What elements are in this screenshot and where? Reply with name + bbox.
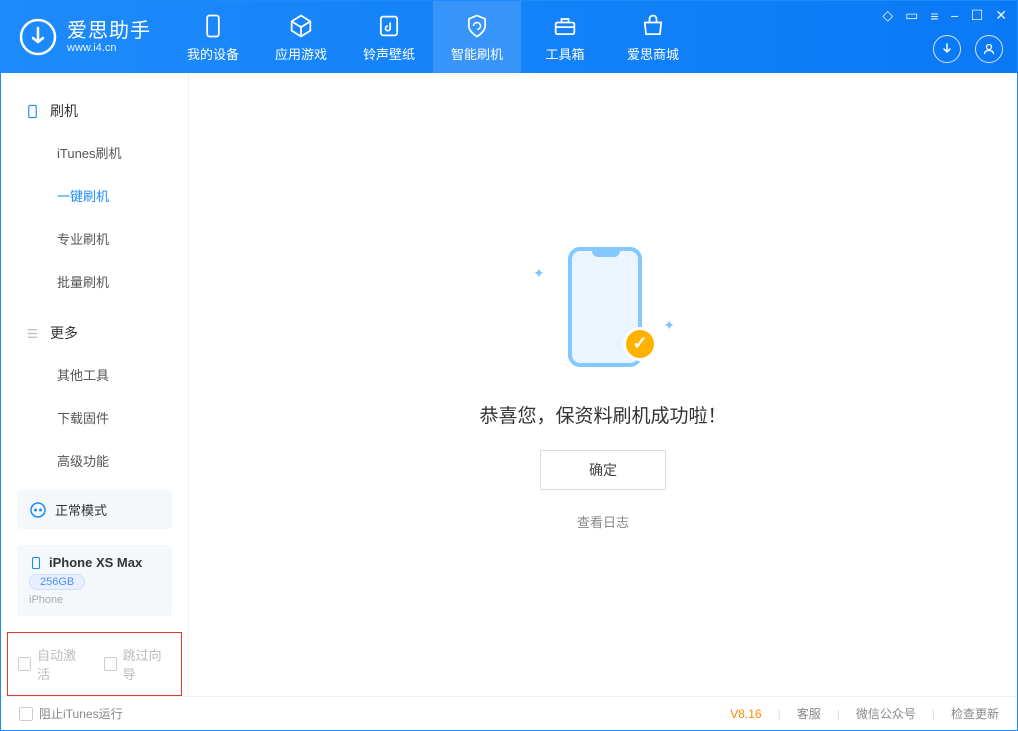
title-bar: 爱思助手 www.i4.cn 我的设备 应用游戏 铃声壁纸 智能刷机 工具箱 爱…: [1, 1, 1017, 73]
sparkle-icon: ✦: [533, 265, 545, 282]
feedback-icon[interactable]: ◇: [882, 7, 893, 24]
auto-activate-checkbox[interactable]: 自动激活: [18, 645, 86, 683]
device-name-label: iPhone XS Max: [49, 555, 142, 570]
sidebar-item-itunes-flash[interactable]: iTunes刷机: [1, 131, 188, 174]
shop-icon: [639, 12, 667, 40]
support-link[interactable]: 客服: [797, 705, 821, 722]
download-manager-button[interactable]: [933, 35, 961, 63]
sidebar-item-firmware[interactable]: 下载固件: [1, 396, 188, 439]
checkbox-icon: [18, 657, 31, 671]
sparkle-icon: ✦: [663, 317, 675, 334]
success-illustration: ✦ ✓ ✦: [513, 239, 693, 379]
sidebar-section-flash: 刷机: [1, 91, 188, 131]
logo: 爱思助手 www.i4.cn: [1, 1, 169, 73]
device-small-icon: [25, 104, 40, 119]
normal-mode-icon: [29, 501, 47, 519]
device-icon: [199, 12, 227, 40]
success-message: 恭喜您，保资料刷机成功啦！: [479, 401, 726, 428]
shield-refresh-icon: [463, 12, 491, 40]
tab-store[interactable]: 爱思商城: [609, 1, 697, 73]
block-itunes-checkbox[interactable]: 阻止iTunes运行: [19, 705, 123, 722]
main-panel: ✦ ✓ ✦ 恭喜您，保资料刷机成功啦！ 确定 查看日志: [189, 73, 1017, 696]
skin-icon[interactable]: ▭: [905, 7, 918, 24]
maximize-button[interactable]: ☐: [971, 7, 984, 24]
app-logo-icon: [19, 18, 57, 56]
device-tiny-icon: [29, 556, 43, 570]
sidebar-item-pro-flash[interactable]: 专业刷机: [1, 217, 188, 260]
wechat-link[interactable]: 微信公众号: [856, 705, 916, 722]
checkmark-badge-icon: ✓: [623, 327, 657, 361]
window-controls: ◇ ▭ ≡ − ☐ ✕: [882, 7, 1007, 24]
device-info-chip[interactable]: iPhone XS Max 256GB iPhone: [17, 545, 172, 616]
device-capacity-badge: 256GB: [29, 574, 85, 590]
app-domain: www.i4.cn: [67, 42, 151, 54]
user-account-button[interactable]: [975, 35, 1003, 63]
app-name: 爱思助手: [67, 20, 151, 42]
tab-toolbox[interactable]: 工具箱: [521, 1, 609, 73]
music-note-icon: [375, 12, 403, 40]
toolbox-icon: [551, 12, 579, 40]
header-action-icons: [933, 35, 1003, 63]
tab-smart-flash[interactable]: 智能刷机: [433, 1, 521, 73]
cube-icon: [287, 12, 315, 40]
sidebar-item-batch-flash[interactable]: 批量刷机: [1, 260, 188, 303]
options-row: 自动激活 跳过向导: [7, 632, 182, 696]
sidebar-section-more: 更多: [1, 313, 188, 353]
sidebar-item-advanced[interactable]: 高级功能: [1, 439, 188, 482]
sidebar: 刷机 iTunes刷机 一键刷机 专业刷机 批量刷机 更多 其他工具 下载固件 …: [1, 73, 189, 696]
status-bar: 阻止iTunes运行 V8.16 | 客服 | 微信公众号 | 检查更新: [1, 696, 1017, 730]
close-button[interactable]: ✕: [995, 7, 1007, 24]
ok-button[interactable]: 确定: [540, 450, 666, 490]
tab-my-device[interactable]: 我的设备: [169, 1, 257, 73]
sidebar-item-other-tools[interactable]: 其他工具: [1, 353, 188, 396]
tab-ringtones[interactable]: 铃声壁纸: [345, 1, 433, 73]
device-mode-chip[interactable]: 正常模式: [17, 490, 172, 529]
list-icon: [25, 326, 40, 341]
menu-icon[interactable]: ≡: [930, 8, 938, 24]
device-type-label: iPhone: [29, 594, 160, 606]
checkbox-icon: [104, 657, 117, 671]
tab-apps-games[interactable]: 应用游戏: [257, 1, 345, 73]
sidebar-item-oneclick-flash[interactable]: 一键刷机: [1, 174, 188, 217]
skip-guide-checkbox[interactable]: 跳过向导: [104, 645, 172, 683]
check-update-link[interactable]: 检查更新: [951, 705, 999, 722]
version-label: V8.16: [730, 707, 761, 721]
minimize-button[interactable]: −: [951, 8, 959, 24]
checkbox-icon: [19, 707, 33, 721]
nav-tabs: 我的设备 应用游戏 铃声壁纸 智能刷机 工具箱 爱思商城: [169, 1, 697, 73]
view-log-link[interactable]: 查看日志: [577, 512, 629, 531]
